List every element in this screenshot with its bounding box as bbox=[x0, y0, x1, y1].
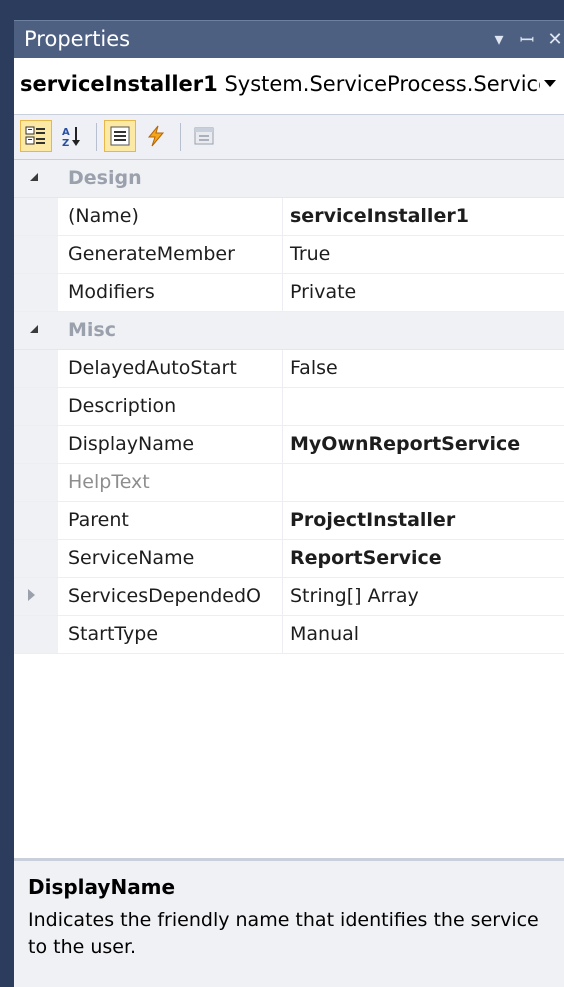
property-name: Parent bbox=[68, 509, 129, 531]
chevron-down-icon[interactable] bbox=[544, 80, 556, 87]
properties-window: Properties ▾ ꟷ ✕ serviceInstaller1 Syste… bbox=[0, 0, 564, 987]
events-button[interactable] bbox=[140, 120, 172, 152]
category-design[interactable]: Design bbox=[14, 160, 564, 198]
property-name: ServicesDependedO bbox=[68, 585, 261, 607]
property-row-parent[interactable]: Parent ProjectInstaller bbox=[14, 502, 564, 540]
property-row-modifiers[interactable]: Modifiers Private bbox=[14, 274, 564, 312]
property-value[interactable]: ReportService bbox=[290, 547, 442, 569]
toolbar: A Z bbox=[14, 115, 564, 160]
properties-icon bbox=[110, 126, 130, 146]
category-misc[interactable]: Misc bbox=[14, 312, 564, 350]
svg-text:Z: Z bbox=[62, 138, 69, 148]
property-value[interactable]: Private bbox=[290, 281, 356, 303]
properties-panel: serviceInstaller1 System.ServiceProcess.… bbox=[14, 58, 564, 987]
window-title: Properties bbox=[24, 27, 131, 51]
property-row-starttype[interactable]: StartType Manual bbox=[14, 616, 564, 654]
property-name: Modifiers bbox=[68, 281, 155, 303]
property-name: Description bbox=[68, 395, 177, 417]
property-value[interactable]: MyOwnReportService bbox=[290, 433, 520, 455]
property-name: GenerateMember bbox=[68, 243, 235, 265]
property-row-delayedautostart[interactable]: DelayedAutoStart False bbox=[14, 350, 564, 388]
property-value[interactable]: ProjectInstaller bbox=[290, 509, 455, 531]
dropdown-arrow-icon[interactable]: ▾ bbox=[490, 29, 508, 50]
property-row-description[interactable]: Description bbox=[14, 388, 564, 426]
object-selector[interactable]: serviceInstaller1 System.ServiceProcess.… bbox=[14, 58, 564, 115]
svg-text:A: A bbox=[62, 127, 70, 138]
property-row-displayname[interactable]: DisplayName MyOwnReportService bbox=[14, 426, 564, 464]
property-name: ServiceName bbox=[68, 547, 195, 569]
property-row-servicesdependedon[interactable]: ServicesDependedO String[] Array bbox=[14, 578, 564, 616]
pin-icon[interactable]: ꟷ bbox=[518, 28, 536, 52]
close-icon[interactable]: ✕ bbox=[546, 29, 564, 50]
property-pages-icon bbox=[194, 127, 214, 145]
property-name: DelayedAutoStart bbox=[68, 357, 237, 379]
categorized-button[interactable] bbox=[20, 120, 52, 152]
expand-icon[interactable] bbox=[28, 589, 35, 601]
property-value[interactable]: Manual bbox=[290, 623, 359, 645]
property-row-servicename[interactable]: ServiceName ReportService bbox=[14, 540, 564, 578]
object-name: serviceInstaller1 bbox=[20, 72, 218, 96]
properties-button[interactable] bbox=[104, 120, 136, 152]
property-value[interactable]: False bbox=[290, 357, 338, 379]
alphabetical-icon: A Z bbox=[62, 127, 80, 148]
alphabetical-button[interactable]: A Z bbox=[56, 120, 88, 152]
property-name: DisplayName bbox=[68, 433, 195, 455]
categorized-icon bbox=[25, 126, 45, 145]
property-row-name[interactable]: (Name) serviceInstaller1 bbox=[14, 198, 564, 236]
object-type: System.ServiceProcess.Service bbox=[224, 72, 540, 96]
property-name: HelpText bbox=[68, 471, 150, 493]
collapse-icon[interactable] bbox=[30, 325, 38, 333]
property-value[interactable]: serviceInstaller1 bbox=[290, 205, 469, 227]
description-title: DisplayName bbox=[28, 875, 176, 899]
property-grid: Design (Name) serviceInstaller1 Generate… bbox=[14, 160, 564, 654]
description-pane: DisplayName Indicates the friendly name … bbox=[14, 858, 564, 987]
property-row-helptext[interactable]: HelpText bbox=[14, 464, 564, 502]
description-text: Indicates the friendly name that identif… bbox=[28, 909, 539, 958]
category-label: Misc bbox=[68, 319, 116, 341]
property-pages-button[interactable] bbox=[188, 120, 220, 152]
property-name: (Name) bbox=[68, 205, 139, 227]
collapse-icon[interactable] bbox=[30, 173, 38, 181]
property-name: StartType bbox=[68, 623, 159, 645]
property-row-generatemember[interactable]: GenerateMember True bbox=[14, 236, 564, 274]
events-icon bbox=[147, 125, 165, 147]
property-value[interactable]: True bbox=[290, 243, 330, 265]
category-label: Design bbox=[68, 167, 142, 189]
property-value[interactable]: String[] Array bbox=[290, 585, 419, 607]
title-bar: Properties ▾ ꟷ ✕ bbox=[14, 20, 564, 58]
